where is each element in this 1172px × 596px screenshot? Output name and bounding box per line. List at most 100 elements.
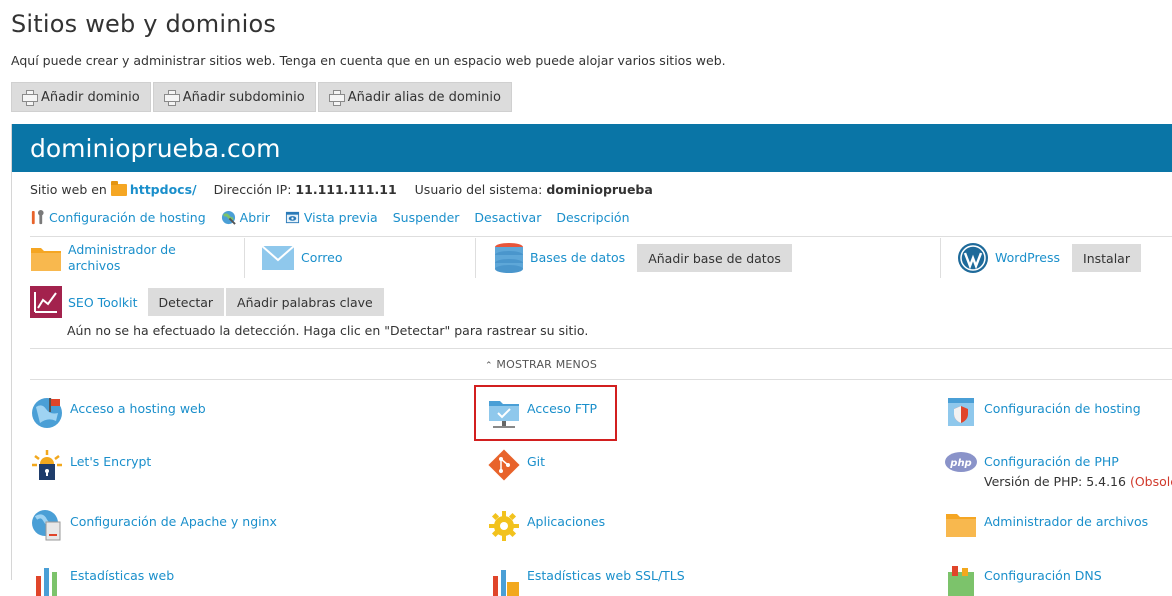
- globe-icon: [221, 210, 236, 225]
- file-manager-label: Administrador de archivos: [68, 242, 176, 274]
- file-manager-line2: archivos: [68, 258, 121, 273]
- applications-item[interactable]: Aplicaciones: [487, 508, 605, 542]
- php-obsolete-badge: (Obsolet: [1129, 474, 1172, 489]
- web-stats-item[interactable]: Estadísticas web: [30, 562, 174, 596]
- php-icon: php: [945, 452, 977, 472]
- envelope-icon: [261, 245, 295, 270]
- svg-text:php: php: [949, 458, 971, 469]
- site-label: Sitio web en: [30, 182, 107, 197]
- seo-chart-icon: [30, 286, 62, 318]
- system-user-value: dominioprueba: [546, 182, 653, 197]
- ssl-stats-item[interactable]: Estadísticas web SSL/TLS: [487, 562, 685, 596]
- add-database-button[interactable]: Añadir base de datos: [637, 244, 792, 272]
- suspend-link[interactable]: Suspender: [393, 210, 460, 225]
- add-domain-label: Añadir dominio: [41, 89, 140, 105]
- ssl-chart-icon: [493, 570, 519, 596]
- domain-info-row: Sitio web en httpdocs/ Dirección IP: 11.…: [30, 180, 653, 197]
- preview-icon: [285, 211, 299, 224]
- add-domain-button[interactable]: Añadir dominio: [11, 82, 151, 112]
- git-icon: [488, 449, 520, 481]
- hosting-settings-item[interactable]: Configuración de hosting: [944, 395, 1141, 429]
- database-icon: [495, 243, 523, 273]
- hosting-access-link: Acceso a hosting web: [70, 401, 206, 416]
- apache-nginx-link: Configuración de Apache y nginx: [70, 514, 277, 529]
- wordpress-tool: WordPress Instalar: [941, 238, 1141, 278]
- domain-actions: Configuración de hosting Abrir Vista pre…: [30, 210, 630, 225]
- git-item[interactable]: Git: [487, 448, 545, 482]
- hosting-shield-icon: [948, 398, 974, 426]
- databases-tool: Bases de datos Añadir base de datos: [476, 238, 940, 278]
- tools-icon: [31, 210, 44, 225]
- wordpress-link[interactable]: WordPress: [995, 250, 1060, 266]
- system-user-label: Usuario del sistema:: [414, 182, 543, 197]
- description-link[interactable]: Descripción: [556, 210, 629, 225]
- lets-encrypt-item[interactable]: Let's Encrypt: [30, 448, 151, 482]
- hosting-config-link: Configuración de hosting: [49, 210, 206, 225]
- folder-icon: [946, 514, 976, 537]
- databases-link[interactable]: Bases de datos: [530, 250, 625, 266]
- add-keywords-button[interactable]: Añadir palabras clave: [226, 288, 384, 316]
- deactivate-link[interactable]: Desactivar: [474, 210, 541, 225]
- chevron-up-icon: ⌃: [484, 361, 493, 371]
- file-manager-item[interactable]: Administrador de archivos: [944, 508, 1148, 542]
- httpdocs-link[interactable]: httpdocs/: [130, 182, 197, 197]
- domain-header: dominioprueba.com: [12, 124, 1172, 172]
- hosting-access-item[interactable]: Acceso a hosting web: [30, 395, 206, 429]
- web-stats-link: Estadísticas web: [70, 568, 175, 583]
- file-manager-line1: Administrador de: [68, 242, 176, 257]
- domain-name: dominioprueba.com: [30, 133, 281, 163]
- divider: [30, 379, 1172, 380]
- lock-sun-icon: [32, 450, 62, 480]
- applications-link: Aplicaciones: [527, 514, 606, 529]
- ip-label: Dirección IP:: [213, 182, 292, 197]
- open-action[interactable]: Abrir: [221, 210, 270, 225]
- lets-encrypt-link: Let's Encrypt: [70, 454, 152, 469]
- file-manager-link: Administrador de archivos: [984, 514, 1149, 529]
- show-less-toggle[interactable]: ⌃ MOSTRAR MENOS: [30, 358, 1172, 371]
- domain-panel: dominioprueba.com Sitio web en httpdocs/…: [11, 124, 1172, 596]
- divider: [30, 236, 1172, 237]
- install-wordpress-button[interactable]: Instalar: [1072, 244, 1141, 272]
- php-version-label: Versión de PHP: 5.4.16: [984, 474, 1126, 489]
- globe-user-icon: [32, 398, 62, 428]
- dns-icon: [948, 566, 974, 596]
- dns-settings-item[interactable]: Configuración DNS: [944, 562, 1102, 596]
- preview-action[interactable]: Vista previa: [285, 210, 378, 225]
- ssl-stats-link: Estadísticas web SSL/TLS: [527, 568, 685, 583]
- open-link: Abrir: [239, 210, 270, 225]
- plus-icon: [163, 90, 180, 106]
- hosting-config-action[interactable]: Configuración de hosting: [30, 210, 206, 225]
- git-link: Git: [527, 454, 546, 469]
- detect-button[interactable]: Detectar: [147, 288, 225, 316]
- folder-icon: [31, 248, 61, 271]
- divider: [30, 348, 1172, 349]
- plus-icon: [22, 90, 38, 106]
- dns-settings-link: Configuración DNS: [984, 568, 1102, 583]
- add-subdomain-button[interactable]: Añadir subdominio: [152, 82, 316, 112]
- php-settings-item[interactable]: php Configuración de PHP Versión de PHP:…: [944, 448, 1172, 489]
- gear-icon: [489, 511, 519, 541]
- hosting-settings-link: Configuración de hosting: [984, 401, 1141, 416]
- ip-value: 11.111.111.11: [295, 182, 397, 197]
- add-alias-label: Añadir alias de dominio: [347, 89, 501, 105]
- page-title: Sitios web y dominios: [11, 10, 277, 38]
- php-settings-text: Configuración de PHP Versión de PHP: 5.4…: [984, 448, 1172, 489]
- add-domain-alias-button[interactable]: Añadir alias de dominio: [317, 82, 512, 112]
- preview-link: Vista previa: [303, 210, 378, 225]
- php-settings-link: Configuración de PHP: [984, 454, 1119, 469]
- seo-toolkit-link[interactable]: SEO Toolkit: [68, 295, 138, 310]
- top-toolbar: Añadir dominio Añadir subdominio Añadir …: [11, 82, 512, 112]
- plus-icon: [328, 90, 345, 106]
- wordpress-icon: [958, 243, 988, 273]
- seo-note: Aún no se ha efectuado la detección. Hag…: [67, 323, 589, 338]
- page-description: Aquí puede crear y administrar sitios we…: [11, 53, 726, 68]
- mail-label: Correo: [301, 250, 343, 265]
- seo-toolkit-row: SEO Toolkit Detectar Añadir palabras cla…: [30, 286, 384, 318]
- php-version-text: Versión de PHP: 5.4.16 (Obsolet: [984, 474, 1172, 489]
- server-globe-icon: [32, 510, 61, 541]
- apache-nginx-item[interactable]: Configuración de Apache y nginx: [30, 508, 277, 542]
- folder-icon: [110, 180, 127, 196]
- mail-tool[interactable]: Correo: [245, 238, 475, 278]
- file-manager-tool[interactable]: Administrador de archivos: [30, 238, 244, 278]
- ftp-highlight-box: [474, 385, 617, 441]
